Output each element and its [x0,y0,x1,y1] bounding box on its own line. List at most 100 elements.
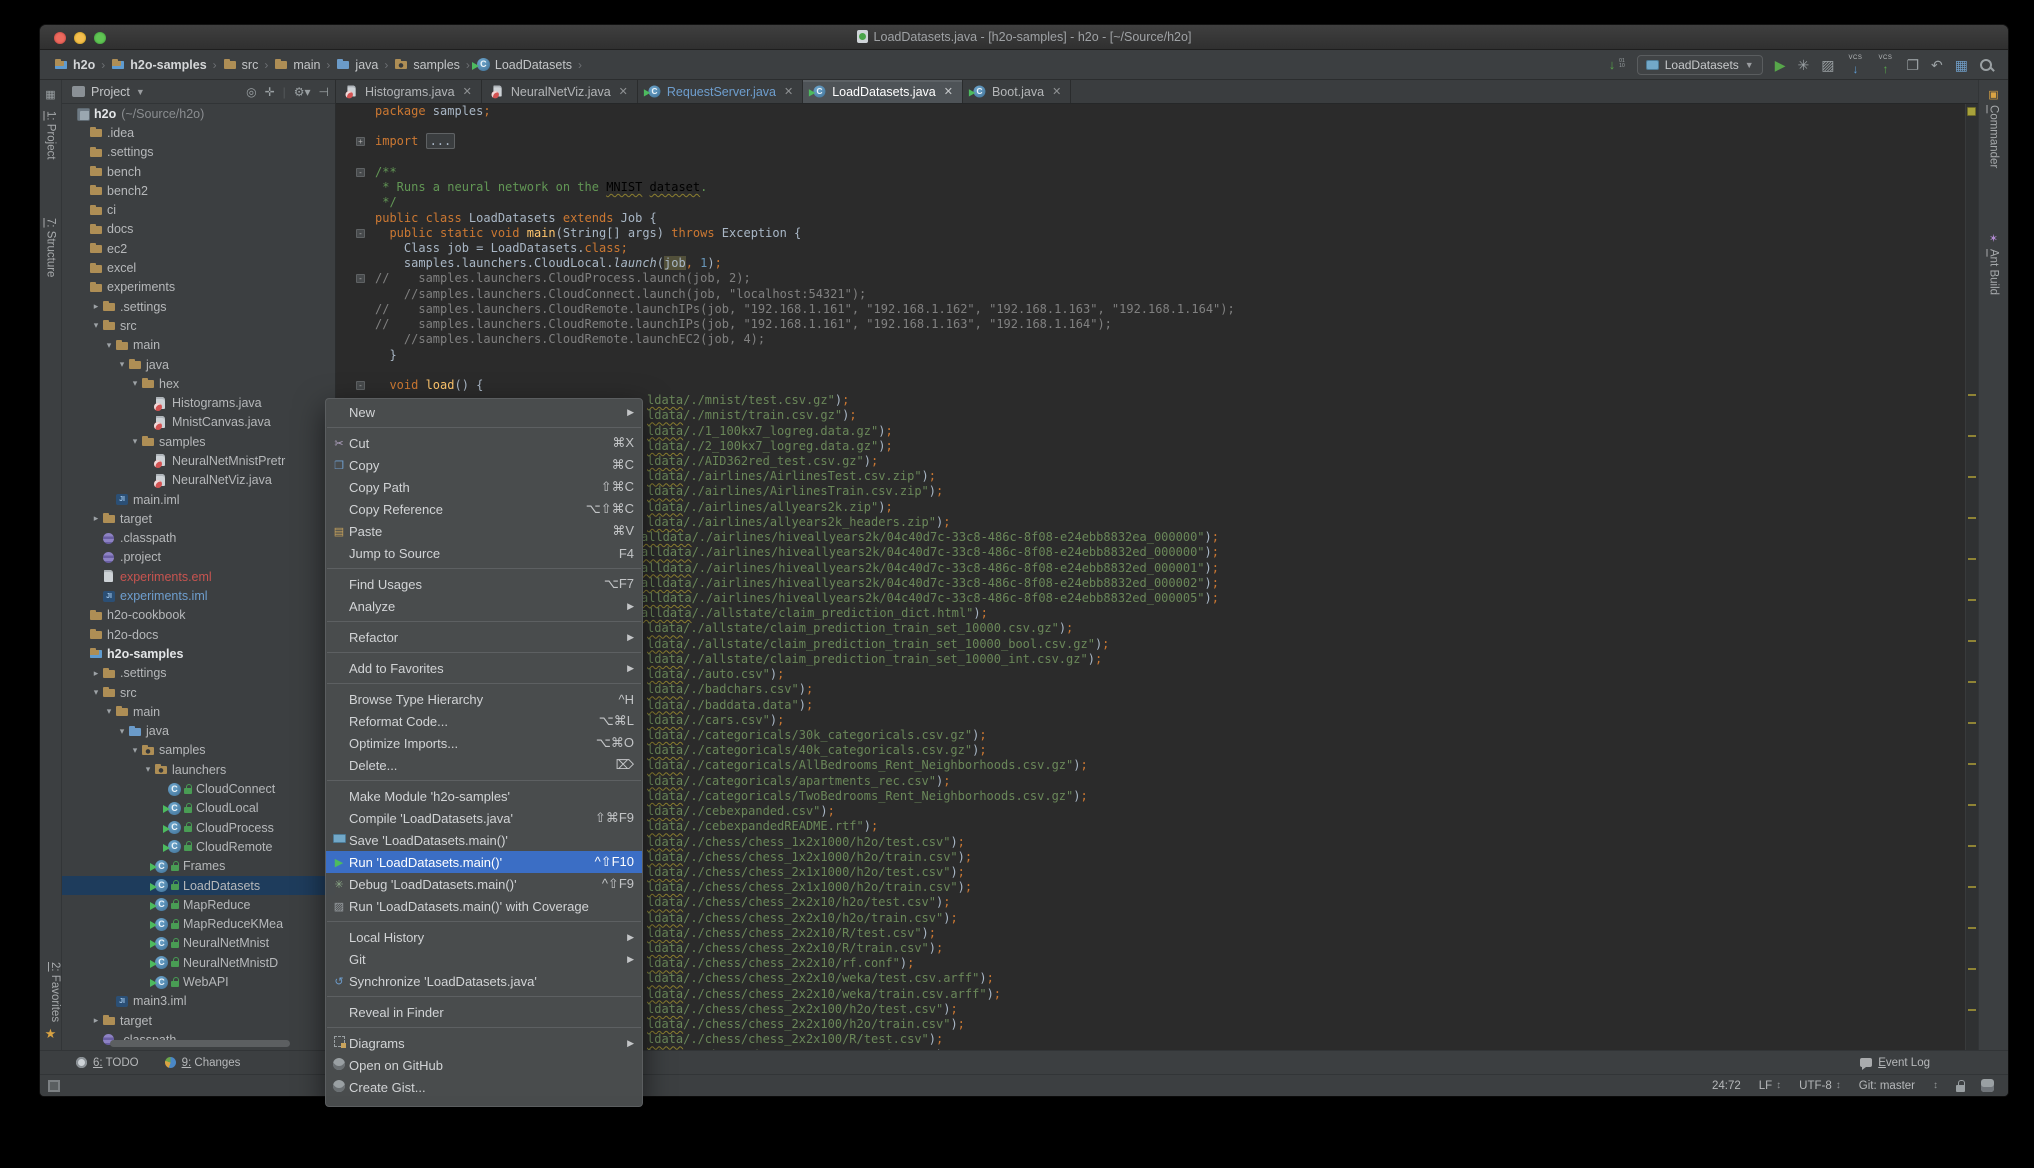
tree-row[interactable]: NeuralNetMnist [62,934,335,953]
editor-tab[interactable]: Histograms.java✕ [336,80,482,103]
tree-row[interactable]: bench2 [62,181,335,200]
history-icon[interactable]: ❐ [1906,58,1919,72]
undo-icon[interactable]: ↶ [1931,58,1943,72]
warning-tick-icon[interactable] [1968,517,1976,519]
coverage-button-icon[interactable]: ▨ [1821,58,1834,72]
tree-row[interactable]: ▾launchers [62,760,335,779]
inspector-hector-icon[interactable] [1981,1079,1994,1092]
tree-row[interactable]: Frames [62,857,335,876]
expand-arrow-icon[interactable]: ▾ [129,745,141,756]
hide-panel-icon[interactable]: ⊣ [319,85,329,99]
tree-row[interactable]: ▾main [62,336,335,355]
editor-tab[interactable]: NeuralNetViz.java✕ [482,80,638,103]
expand-arrow-icon[interactable]: ▸ [90,301,102,312]
menu-item[interactable]: Browse Type Hierarchy^H [326,688,642,710]
fold-collapse-icon[interactable]: - [356,274,365,283]
expand-arrow-icon[interactable]: ▾ [129,436,141,447]
menu-item[interactable]: Save 'LoadDatasets.main()' [326,829,642,851]
tree-row[interactable]: ▾java [62,355,335,374]
run-button-icon[interactable]: ▶ [1775,58,1786,72]
tree-row[interactable]: h2o (~/Source/h2o) [62,104,335,123]
expand-arrow-icon[interactable]: ▾ [129,378,141,389]
menu-item[interactable]: New▶ [326,401,642,423]
title-bar[interactable]: LoadDatasets.java - [h2o-samples] - h2o … [40,25,2008,50]
expand-arrow-icon[interactable]: ▸ [90,668,102,679]
warning-tick-icon[interactable] [1968,968,1976,970]
expand-arrow-icon[interactable]: ▸ [90,1015,102,1026]
breadcrumb-item[interactable]: h2o-samples [111,58,206,72]
tool-button-changes[interactable]: 9: Changes [165,1057,241,1069]
tree-row[interactable]: ▾hex [62,374,335,393]
vcs-branch-selector[interactable]: Git: master↕ [1859,1080,1938,1092]
warning-tick-icon[interactable] [1968,640,1976,642]
menu-item[interactable]: Copy Reference⌥⇧⌘C [326,498,642,520]
expand-arrow-icon[interactable]: ▾ [103,706,115,717]
tool-button-favorites[interactable]: 2: Favorites [40,962,61,1022]
close-icon[interactable]: ✕ [944,85,953,98]
tree-row[interactable]: h2o-samples [62,644,335,663]
tree-row[interactable]: Histograms.java [62,393,335,412]
breadcrumb-item[interactable]: samples [394,58,460,72]
tree-row[interactable]: main.iml [62,490,335,509]
expand-arrow-icon[interactable]: ▾ [116,726,128,737]
tree-row[interactable]: ci [62,200,335,219]
close-icon[interactable]: ✕ [463,85,472,98]
tree-row[interactable]: ▸.settings [62,664,335,683]
chevron-down-icon[interactable]: ▼ [136,87,145,97]
menu-item[interactable]: ▶Run 'LoadDatasets.main()'^⇧F10 [326,851,642,873]
warning-tick-icon[interactable] [1968,927,1976,929]
breadcrumb-item[interactable]: LoadDatasets [476,58,572,72]
tree-row[interactable]: main3.iml [62,992,335,1011]
menu-item[interactable]: Diagrams▶ [326,1032,642,1054]
tree-row[interactable]: ▾samples [62,432,335,451]
run-configuration-selector[interactable]: LoadDatasets▼ [1637,55,1763,75]
tree-row[interactable]: experiments.iml [62,586,335,605]
tool-button-structure[interactable]: 7: Structure [45,218,57,277]
menu-item[interactable]: ✳Debug 'LoadDatasets.main()'^⇧F9 [326,873,642,895]
tree-row[interactable]: .project [62,548,335,567]
tree-row[interactable]: NeuralNetMnistD [62,953,335,972]
breadcrumb-item[interactable]: src [223,58,259,72]
tree-row[interactable]: ▾java [62,722,335,741]
expand-arrow-icon[interactable]: ▾ [103,340,115,351]
warning-tick-icon[interactable] [1968,763,1976,765]
stripe-grid-icon[interactable]: ▦ [40,88,61,101]
collapse-all-icon[interactable]: ✛ [265,85,275,99]
tree-row[interactable]: docs [62,220,335,239]
tree-row[interactable]: NeuralNetViz.java [62,471,335,490]
tree-row[interactable]: CloudLocal [62,799,335,818]
tree-row[interactable]: MapReduceKMea [62,914,335,933]
menu-item[interactable]: Compile 'LoadDatasets.java'⇧⌘F9 [326,807,642,829]
menu-item[interactable]: Make Module 'h2o-samples' [326,785,642,807]
breadcrumb-item[interactable]: java [336,58,378,72]
locate-icon[interactable]: ◎ [246,85,256,99]
vcs-commit-icon[interactable]: VCS↑ [1876,56,1894,74]
tree-row[interactable]: ▾src [62,316,335,335]
tree-row[interactable]: CloudConnect [62,779,335,798]
tree-row[interactable]: excel [62,258,335,277]
expand-arrow-icon[interactable]: ▸ [90,513,102,524]
tree-row[interactable]: ▸target [62,509,335,528]
fold-collapse-icon[interactable]: - [356,168,365,177]
error-stripe[interactable] [1965,104,1978,1050]
menu-item[interactable]: Reformat Code...⌥⌘L [326,710,642,732]
expand-arrow-icon[interactable]: ▾ [90,320,102,331]
menu-item[interactable]: Find Usages⌥F7 [326,573,642,595]
readonly-lock-icon[interactable] [1956,1080,1965,1092]
close-icon[interactable]: ✕ [784,85,793,98]
warning-tick-icon[interactable] [1968,599,1976,601]
menu-item[interactable]: ❐Copy⌘C [326,454,642,476]
close-icon[interactable]: ✕ [1052,85,1061,98]
breadcrumb-item[interactable]: main [274,58,320,72]
menu-item[interactable]: Copy Path⇧⌘C [326,476,642,498]
line-ending-selector[interactable]: LF↕ [1759,1080,1781,1092]
tree-row[interactable]: NeuralNetMnistPretr [62,451,335,470]
menu-item[interactable]: Reveal in Finder [326,1001,642,1023]
debug-button-icon[interactable]: ✳ [1798,58,1810,72]
expand-arrow-icon[interactable]: ▾ [90,687,102,698]
expand-arrow-icon[interactable]: ▾ [116,359,128,370]
tree-row[interactable]: .idea [62,123,335,142]
tree-row[interactable]: experiments.eml [62,567,335,586]
tree-row[interactable]: CloudProcess [62,818,335,837]
editor-tab[interactable]: LoadDatasets.java✕ [803,80,963,103]
